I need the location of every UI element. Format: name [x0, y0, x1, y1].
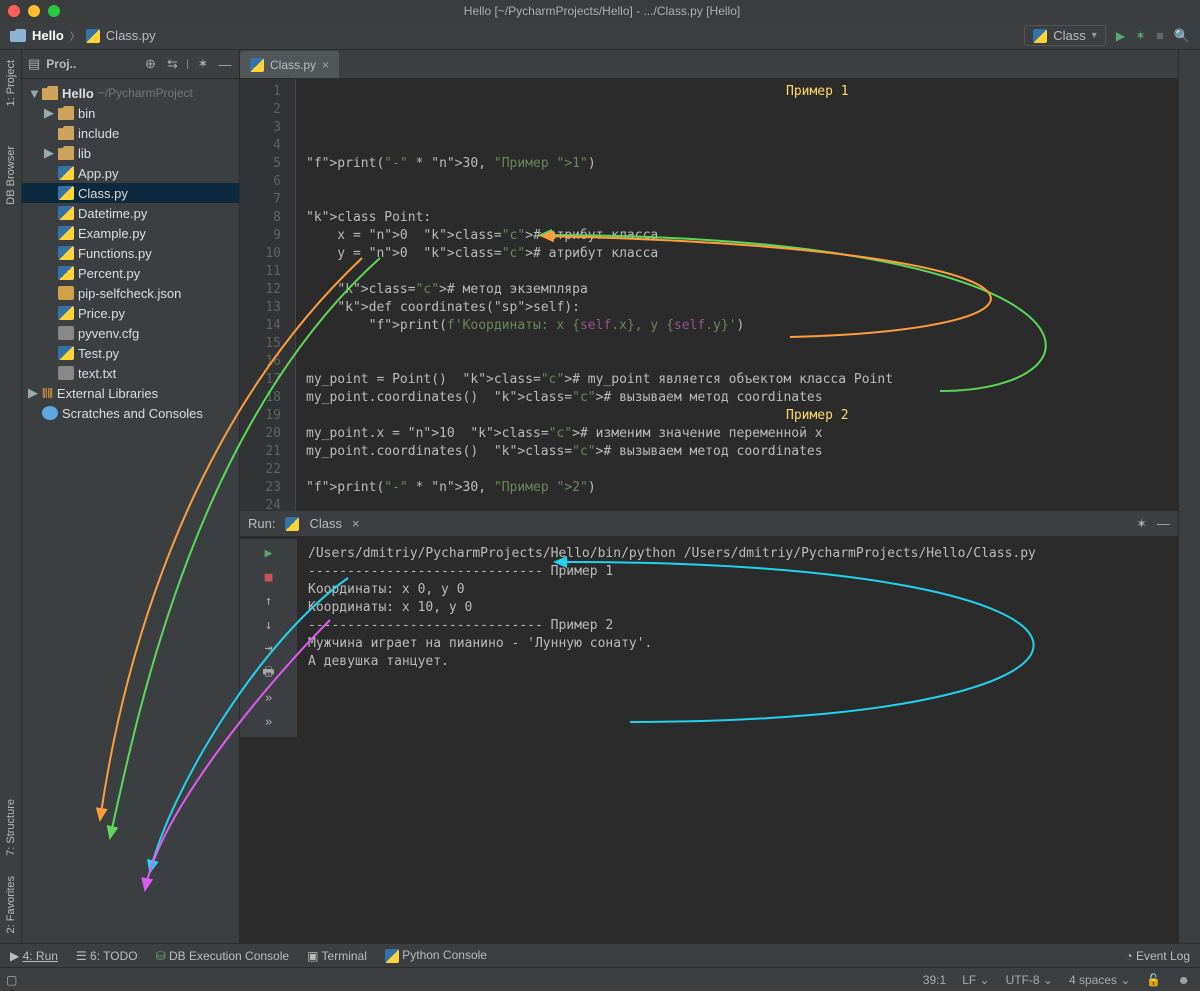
- project-panel-title[interactable]: Proj..: [46, 57, 136, 71]
- run-tab-label[interactable]: Class: [309, 516, 342, 531]
- project-folder-icon: [10, 29, 26, 42]
- print-icon[interactable]: 🖶: [259, 664, 279, 684]
- project-panel: ▤ Proj.. ⊕ ⇆ | ✶ — ▼Hello ~/PycharmProje…: [22, 50, 240, 943]
- tree-node[interactable]: ▶bin: [22, 103, 239, 123]
- up-icon[interactable]: ↑: [259, 592, 279, 610]
- workspace: 1: Project DB Browser 7: Structure 2: Fa…: [0, 50, 1200, 943]
- breadcrumb-file[interactable]: Class.py: [106, 28, 156, 43]
- status-line-sep[interactable]: LF ⌄: [962, 973, 989, 987]
- down-icon[interactable]: ↓: [259, 616, 279, 634]
- tree-node[interactable]: Percent.py: [22, 263, 239, 283]
- python-file-icon: [86, 29, 100, 43]
- locate-icon[interactable]: ⊕: [142, 56, 158, 72]
- maximize-window-icon[interactable]: [48, 5, 60, 17]
- status-hector-icon[interactable]: ☻: [1177, 973, 1190, 987]
- rerun-button[interactable]: ▶: [259, 545, 279, 563]
- os-titlebar: Hello [~/PycharmProjects/Hello] - .../Cl…: [0, 0, 1200, 22]
- python-file-icon: [250, 58, 264, 72]
- bottom-toolbar: ▶ 4: Run ☰ 6: TODO ⛁ DB Execution Consol…: [0, 943, 1200, 967]
- run-side-toolbar: ▶ ■ ↑ ↓ ⇥ 🖶 » »: [240, 539, 298, 737]
- chevron-down-icon: ▾: [1092, 30, 1097, 41]
- toolbar-pyconsole[interactable]: Python Console: [385, 948, 487, 963]
- rail-db-browser[interactable]: DB Browser: [5, 146, 17, 205]
- annotation-example-2: Пример 2: [786, 407, 849, 425]
- separator: |: [186, 59, 189, 70]
- rail-project[interactable]: 1: Project: [5, 60, 17, 106]
- soft-wrap-icon[interactable]: ⇥: [259, 640, 279, 658]
- editor-area: Class.py × 12345678910111213141516171819…: [240, 50, 1178, 943]
- minimize-window-icon[interactable]: [28, 5, 40, 17]
- editor-tabs: Class.py ×: [240, 50, 1178, 79]
- tree-node[interactable]: Functions.py: [22, 243, 239, 263]
- tree-node[interactable]: ▼Hello ~/PycharmProject: [22, 83, 239, 103]
- left-tool-rail: 1: Project DB Browser 7: Structure 2: Fa…: [0, 50, 22, 943]
- code-content[interactable]: Пример 1 Пример 2 "f">print("-" * "n">30…: [296, 79, 1178, 511]
- tree-node[interactable]: Test.py: [22, 343, 239, 363]
- debug-button[interactable]: ✶: [1135, 28, 1146, 44]
- breadcrumb-project[interactable]: Hello: [32, 28, 64, 43]
- close-window-icon[interactable]: [8, 5, 20, 17]
- toolbar-run[interactable]: ▶ 4: Run: [10, 949, 58, 963]
- python-file-icon: [285, 517, 299, 531]
- run-tool-window: Run: Class × ✶ — ▶ ■ ↑ ↓ ⇥ 🖶 » »: [240, 511, 1178, 943]
- project-panel-header: ▤ Proj.. ⊕ ⇆ | ✶ —: [22, 50, 239, 79]
- stop-button[interactable]: ■: [1156, 28, 1164, 43]
- window-title: Hello [~/PycharmProjects/Hello] - .../Cl…: [60, 4, 1144, 18]
- status-indent[interactable]: 4 spaces ⌄: [1069, 973, 1130, 987]
- tree-node[interactable]: Scratches and Consoles: [22, 403, 239, 423]
- editor-tab-label: Class.py: [270, 58, 316, 72]
- hide-run-icon[interactable]: —: [1157, 516, 1170, 531]
- close-tab-icon[interactable]: ×: [322, 58, 329, 72]
- tree-node[interactable]: ▶⫴⫴External Libraries: [22, 383, 239, 403]
- line-number-gutter[interactable]: 1234567891011121314151617181920212223242…: [240, 79, 296, 511]
- status-bar: ▢ 39:1 LF ⌄ UTF-8 ⌄ 4 spaces ⌄ 🔓 ☻: [0, 967, 1200, 991]
- annotation-example-1: Пример 1: [786, 83, 849, 101]
- python-file-icon: [1033, 29, 1047, 43]
- right-tool-rail: [1178, 50, 1200, 943]
- chevron-right-icon: 〉: [70, 28, 80, 43]
- search-everywhere-icon[interactable]: 🔍: [1174, 28, 1190, 44]
- tree-node[interactable]: Example.py: [22, 223, 239, 243]
- tree-node[interactable]: Datetime.py: [22, 203, 239, 223]
- tree-node[interactable]: Class.py: [22, 183, 239, 203]
- rail-favorites[interactable]: 2: Favorites: [5, 876, 17, 933]
- tree-node[interactable]: Price.py: [22, 303, 239, 323]
- tree-node[interactable]: App.py: [22, 163, 239, 183]
- navigation-bar: Hello 〉 Class.py Class ▾ ▶ ✶ ■ 🔍: [0, 22, 1200, 50]
- tree-node[interactable]: include: [22, 123, 239, 143]
- tree-node[interactable]: pip-selfcheck.json: [22, 283, 239, 303]
- tree-node[interactable]: pyvenv.cfg: [22, 323, 239, 343]
- tree-node[interactable]: ▶lib: [22, 143, 239, 163]
- tree-node[interactable]: text.txt: [22, 363, 239, 383]
- rail-structure[interactable]: 7: Structure: [5, 799, 17, 856]
- status-caret-pos[interactable]: 39:1: [923, 973, 946, 987]
- toolbar-terminal[interactable]: ▣ Terminal: [307, 949, 367, 963]
- toggle-toolwindows-icon[interactable]: ▢: [6, 973, 17, 987]
- project-tree[interactable]: ▼Hello ~/PycharmProject▶bininclude▶libAp…: [22, 79, 239, 943]
- status-lock-icon[interactable]: 🔓: [1146, 973, 1161, 987]
- stop-run-button[interactable]: ■: [259, 569, 279, 587]
- close-run-tab-icon[interactable]: ×: [352, 516, 360, 531]
- window-controls: [8, 5, 60, 17]
- toolbar-todo[interactable]: ☰ 6: TODO: [76, 949, 138, 963]
- run-title: Run:: [248, 516, 275, 531]
- settings-icon[interactable]: ✶: [195, 56, 211, 72]
- toolbar-db[interactable]: ⛁ DB Execution Console: [156, 949, 289, 963]
- run-config-selector[interactable]: Class ▾: [1024, 25, 1106, 46]
- project-panel-type-icon[interactable]: ▤: [28, 56, 40, 72]
- more-icon[interactable]: »: [259, 690, 279, 708]
- toolbar-eventlog[interactable]: ◔ Event Log: [1125, 949, 1190, 963]
- status-encoding[interactable]: UTF-8 ⌄: [1006, 973, 1053, 987]
- run-button[interactable]: ▶: [1116, 29, 1125, 43]
- hide-panel-icon[interactable]: —: [217, 56, 233, 72]
- editor-tab-class[interactable]: Class.py ×: [240, 51, 339, 78]
- run-output[interactable]: /Users/dmitriy/PycharmProjects/Hello/bin…: [298, 539, 1178, 737]
- more2-icon[interactable]: »: [259, 713, 279, 731]
- collapse-all-icon[interactable]: ⇆: [164, 56, 180, 72]
- run-config-label: Class: [1053, 28, 1086, 43]
- run-settings-icon[interactable]: ✶: [1136, 516, 1147, 532]
- code-editor[interactable]: 1234567891011121314151617181920212223242…: [240, 79, 1178, 511]
